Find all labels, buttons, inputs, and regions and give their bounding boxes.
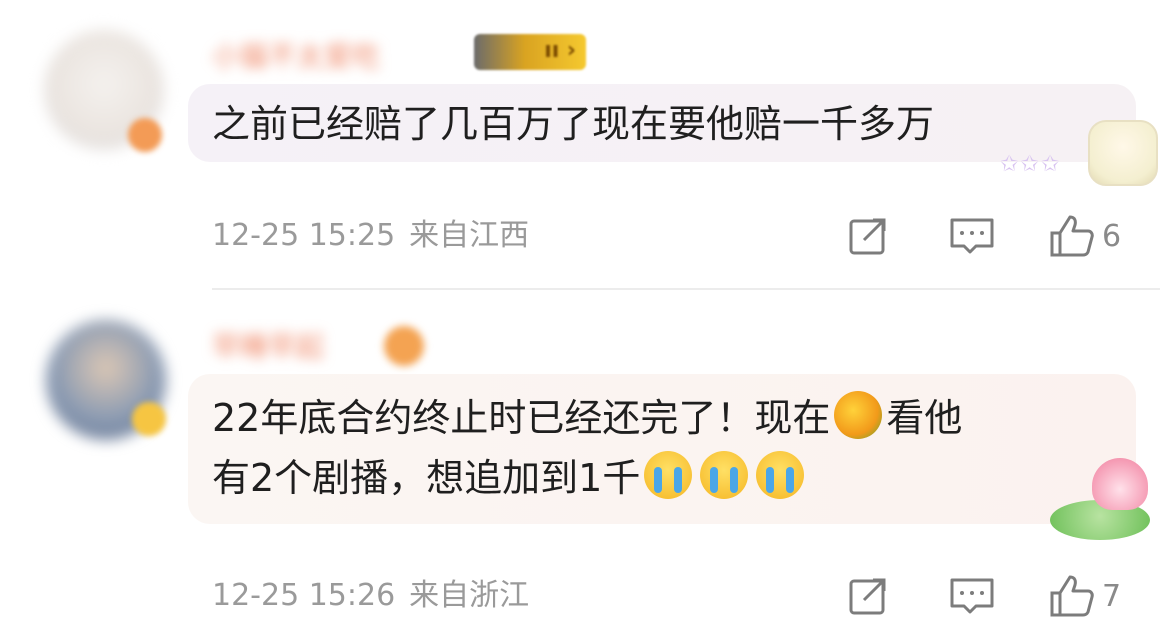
- location: 来自江西: [409, 218, 530, 253]
- comment-text: 之前已经赔了几百万了现在要他赔一千多万: [212, 102, 935, 146]
- share-icon: [849, 218, 886, 255]
- stars-decoration-icon: ✩✩✩: [1000, 152, 1062, 177]
- like-count: 6: [1102, 218, 1122, 254]
- comment-icon: [950, 218, 994, 254]
- share-button[interactable]: [846, 574, 890, 618]
- share-button[interactable]: [846, 214, 890, 258]
- timestamp: 12-25 15:26: [212, 578, 396, 613]
- comment-text-part: 有2个剧播，想追加到1千: [212, 456, 641, 500]
- share-icon: [849, 578, 886, 615]
- comment-meta: 12-25 15:25 来自江西: [212, 216, 529, 256]
- comment-item: 小猫不太爱吃 ıı › 之前已经赔了几百万了现在要他赔一千多万 ✩✩✩ 12-2…: [0, 0, 1160, 290]
- user-level-icon: [384, 326, 424, 366]
- thumbs-up-icon: [1050, 575, 1094, 617]
- reply-button[interactable]: [948, 214, 996, 258]
- username[interactable]: 早睡早起: [212, 328, 324, 366]
- comment-text: 22年底合约终止时已经还完了！现在 看他 有2个剧播，想追加到1千: [212, 388, 962, 508]
- location: 来自浙江: [409, 578, 530, 613]
- thumbs-up-icon: [1050, 215, 1094, 257]
- avatar-badge-icon: [128, 118, 162, 152]
- lotus-flower-icon: [1092, 458, 1148, 510]
- comment-text-line: 有2个剧播，想追加到1千: [212, 448, 962, 508]
- avatar-badge-icon: [132, 402, 166, 436]
- crying-emoji-icon: [756, 451, 805, 499]
- comment-icon: [950, 578, 994, 614]
- bear-sticker-icon: [1088, 120, 1158, 186]
- crying-emoji-icon: [644, 451, 693, 499]
- like-button[interactable]: 6: [1048, 214, 1121, 258]
- crying-emoji-icon: [700, 451, 749, 499]
- comment-item: 早睡早起 22年底合约终止时已经还完了！现在 看他 有2个剧播，想追加到1千 12…: [0, 290, 1160, 635]
- timestamp: 12-25 15:25: [212, 218, 396, 253]
- mango-emoji-icon: [834, 391, 883, 439]
- fan-level-badge[interactable]: ıı ›: [474, 34, 586, 70]
- like-button[interactable]: 7: [1048, 574, 1121, 618]
- reply-button[interactable]: [948, 574, 996, 618]
- comment-text-part: 22年底合约终止时已经还完了！现在: [212, 396, 831, 440]
- comment-text-line: 22年底合约终止时已经还完了！现在 看他: [212, 388, 962, 448]
- like-count: 7: [1102, 578, 1122, 614]
- comment-meta: 12-25 15:26 来自浙江: [212, 576, 529, 616]
- username[interactable]: 小猫不太爱吃: [212, 38, 380, 76]
- comment-text-part: 看他: [886, 396, 963, 440]
